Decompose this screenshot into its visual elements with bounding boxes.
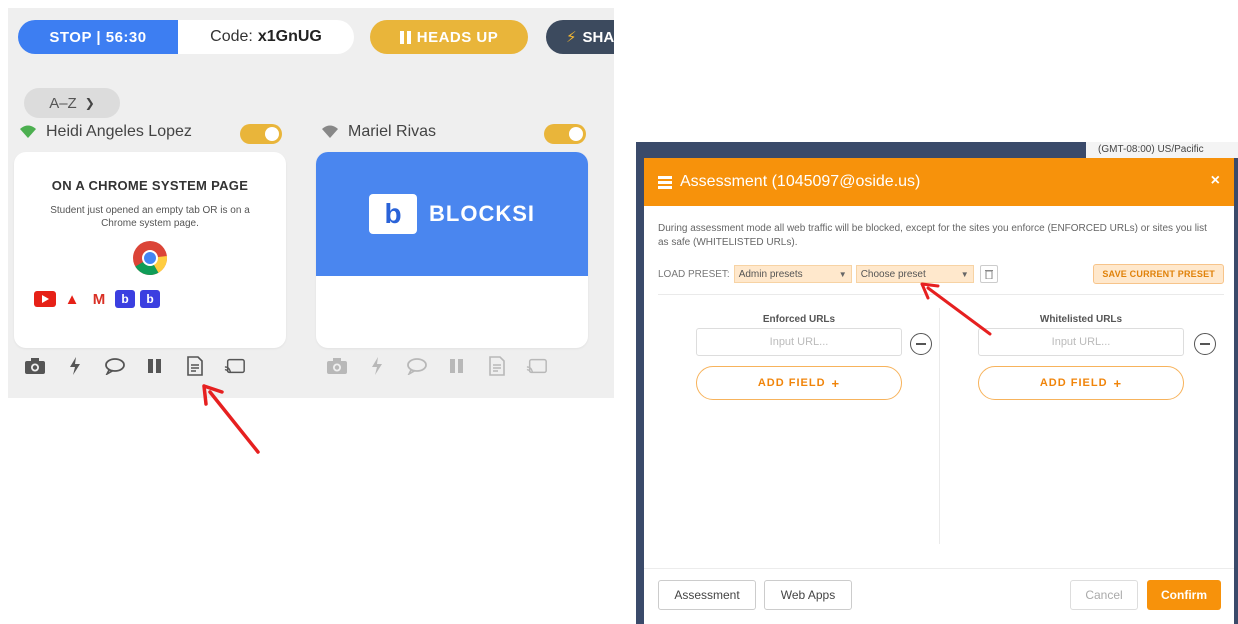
student-card[interactable]: b BLOCKSI bbox=[316, 152, 588, 348]
blocksi-icon: b bbox=[115, 290, 135, 308]
classroom-panel: STOP | 56:30 Code: x1GnUG HEADS UP ⚡ SHA… bbox=[8, 8, 614, 398]
minus-icon bbox=[1200, 343, 1210, 345]
open-tabs: ▲ M b b bbox=[34, 290, 160, 308]
student-header: Heidi Angeles Lopez bbox=[18, 120, 192, 144]
add-enforced-field-button[interactable]: ADD FIELD + bbox=[696, 366, 902, 400]
share-button[interactable]: ⚡ SHA bbox=[546, 20, 614, 54]
wifi-icon bbox=[322, 125, 338, 138]
class-code: Code: x1GnUG bbox=[178, 20, 354, 54]
divider bbox=[658, 294, 1224, 295]
sort-label: A–Z bbox=[49, 94, 77, 112]
screenshot-camera-icon[interactable] bbox=[24, 356, 46, 376]
cast-screen-icon[interactable] bbox=[526, 356, 548, 376]
chevron-down-icon: ▼ bbox=[838, 269, 847, 279]
stop-session-button[interactable]: STOP | 56:30 bbox=[18, 20, 178, 54]
share-label: SHA bbox=[582, 28, 614, 46]
pause-icon[interactable] bbox=[144, 356, 166, 376]
delete-preset-button[interactable] bbox=[979, 265, 998, 283]
preset-select[interactable]: Choose preset ▼ bbox=[855, 265, 974, 283]
blocksi-wordmark: BLOCKSI bbox=[429, 201, 535, 226]
chrome-icon bbox=[133, 241, 168, 275]
gmail-icon: M bbox=[92, 290, 106, 308]
pause-icon[interactable] bbox=[446, 356, 468, 376]
preset-row: LOAD PRESET: Admin presets ▼ Choose pres… bbox=[658, 264, 1224, 284]
column-divider bbox=[939, 308, 940, 544]
whitelisted-urls-label: Whitelisted URLs bbox=[1039, 314, 1123, 325]
wifi-icon bbox=[20, 125, 36, 138]
blocksi-banner: b BLOCKSI bbox=[316, 152, 588, 276]
close-icon[interactable]: × bbox=[1211, 172, 1220, 190]
remove-field-button[interactable] bbox=[1194, 333, 1216, 355]
trash-icon bbox=[984, 270, 993, 279]
preset-group-select[interactable]: Admin presets ▼ bbox=[733, 265, 852, 283]
card-title: ON A CHROME SYSTEM PAGE bbox=[51, 178, 249, 193]
student-toggle[interactable] bbox=[240, 124, 282, 144]
student-name: Mariel Rivas bbox=[348, 123, 437, 140]
timezone-label: (GMT-08:00) US/Pacific bbox=[1086, 142, 1238, 158]
plus-icon: + bbox=[1113, 375, 1123, 391]
student-actions bbox=[24, 356, 246, 376]
enforced-urls-label: Enforced URLs bbox=[762, 314, 836, 325]
bolt-icon: ⚡ bbox=[566, 29, 577, 46]
lightning-icon[interactable] bbox=[64, 356, 86, 376]
minus-icon bbox=[916, 343, 926, 345]
preset-value: Choose preset bbox=[860, 268, 926, 280]
modal-title: Assessment (1045097@oside.us) bbox=[680, 173, 921, 190]
whitelisted-url-input[interactable] bbox=[978, 328, 1184, 356]
save-current-preset-button[interactable]: SAVE CURRENT PRESET bbox=[1093, 264, 1224, 284]
cast-screen-icon[interactable] bbox=[224, 356, 246, 376]
class-code-label: Code: bbox=[210, 28, 253, 45]
student-name: Heidi Angeles Lopez bbox=[46, 123, 192, 140]
heads-up-button[interactable]: HEADS UP bbox=[370, 20, 528, 54]
blocksi-logo-icon: b bbox=[369, 194, 417, 234]
footer-divider bbox=[644, 568, 1234, 569]
chat-bubble-icon[interactable] bbox=[406, 356, 428, 376]
enforced-url-input[interactable] bbox=[696, 328, 902, 356]
student-header: Mariel Rivas bbox=[320, 120, 436, 144]
list-icon bbox=[658, 175, 672, 189]
cancel-button[interactable]: Cancel bbox=[1070, 580, 1138, 610]
class-code-value: x1GnUG bbox=[257, 28, 322, 45]
adobe-icon: ▲ bbox=[64, 290, 80, 308]
plus-icon: + bbox=[831, 375, 841, 391]
student-actions bbox=[326, 356, 548, 376]
add-whitelisted-field-button[interactable]: ADD FIELD + bbox=[978, 366, 1184, 400]
modal-header: Assessment (1045097@oside.us) × bbox=[644, 158, 1234, 206]
screenshot-stage: STOP | 56:30 Code: x1GnUG HEADS UP ⚡ SHA… bbox=[0, 0, 1238, 624]
add-field-label: ADD FIELD bbox=[757, 377, 826, 389]
add-field-label: ADD FIELD bbox=[1039, 377, 1108, 389]
student-card[interactable]: ON A CHROME SYSTEM PAGE Student just ope… bbox=[14, 152, 286, 348]
chevron-down-icon: ❯ bbox=[84, 96, 95, 110]
pause-icon bbox=[399, 30, 411, 44]
student-toggle[interactable] bbox=[544, 124, 586, 144]
chevron-down-icon: ▼ bbox=[960, 269, 969, 279]
assessment-modal: Assessment (1045097@oside.us) × During a… bbox=[644, 158, 1234, 624]
confirm-button[interactable]: Confirm bbox=[1147, 580, 1221, 610]
session-toolbar: STOP | 56:30 Code: x1GnUG HEADS UP ⚡ SHA bbox=[18, 20, 614, 54]
screenshot-camera-icon[interactable] bbox=[326, 356, 348, 376]
load-preset-label: LOAD PRESET: bbox=[658, 268, 730, 280]
web-apps-tab-button[interactable]: Web Apps bbox=[764, 580, 852, 610]
modal-description: During assessment mode all web traffic w… bbox=[658, 223, 1207, 248]
remove-field-button[interactable] bbox=[910, 333, 932, 355]
youtube-icon bbox=[34, 291, 56, 307]
assessment-tab-button[interactable]: Assessment bbox=[658, 580, 756, 610]
card-description: Student just opened an empty tab OR is o… bbox=[50, 205, 250, 229]
heads-up-label: HEADS UP bbox=[416, 28, 499, 46]
blocksi-icon: b bbox=[140, 290, 160, 308]
assessment-document-icon[interactable] bbox=[184, 356, 206, 376]
chat-bubble-icon[interactable] bbox=[104, 356, 126, 376]
sort-dropdown[interactable]: A–Z ❯ bbox=[24, 88, 120, 118]
session-pill: STOP | 56:30 Code: x1GnUG bbox=[18, 20, 354, 54]
assessment-document-icon[interactable] bbox=[486, 356, 508, 376]
lightning-icon[interactable] bbox=[366, 356, 388, 376]
preset-group-value: Admin presets bbox=[738, 268, 803, 280]
